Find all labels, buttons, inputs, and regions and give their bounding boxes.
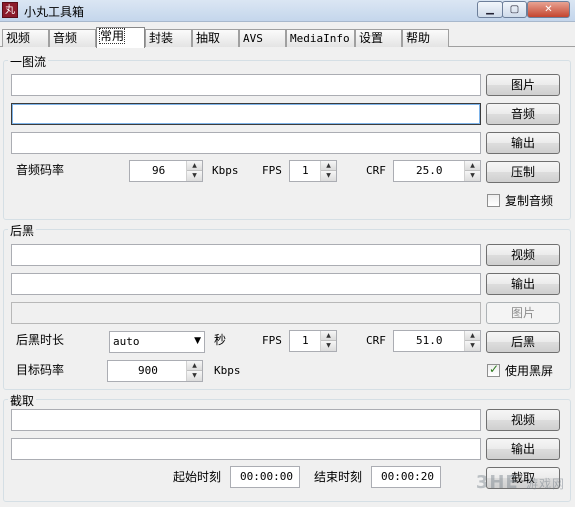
start-time-input[interactable]: 00:00:00: [230, 466, 300, 488]
tab-avs[interactable]: AVS: [239, 29, 286, 47]
tab-settings[interactable]: 设置: [355, 29, 402, 47]
one-pic-output-path[interactable]: [11, 132, 481, 154]
crf-label: CRF: [366, 334, 386, 347]
start-time-label: 起始时刻: [173, 470, 222, 484]
duration-value: auto: [113, 335, 140, 348]
kbps-label: Kbps: [212, 164, 239, 177]
black-tail-run-button[interactable]: 后黑: [486, 331, 560, 353]
audio-bitrate-spinner[interactable]: 96 ▲ ▼: [129, 160, 203, 182]
cut-video-path[interactable]: [11, 409, 481, 431]
one-pic-image-button[interactable]: 图片: [486, 74, 560, 96]
one-pic-group-title: 一图流: [8, 53, 49, 70]
target-bitrate-label: 目标码率: [16, 363, 65, 377]
cut-output-path[interactable]: [11, 438, 481, 460]
black-tail-crf-value: 51.0: [416, 334, 443, 347]
spinner-arrows[interactable]: ▲ ▼: [186, 161, 202, 181]
spinner-arrows[interactable]: ▲ ▼: [464, 331, 480, 351]
use-black-label: 使用黑屏: [505, 364, 554, 378]
tab-mediainfo[interactable]: MediaInfo: [286, 29, 355, 47]
one-pic-image-path[interactable]: [11, 74, 481, 96]
spin-down-icon[interactable]: ▼: [321, 171, 336, 181]
spin-down-icon[interactable]: ▼: [465, 341, 480, 351]
target-bitrate-spinner[interactable]: 900 ▲ ▼: [107, 360, 203, 382]
one-pic-crf-spinner[interactable]: 25.0 ▲ ▼: [393, 160, 481, 182]
tab-video[interactable]: 视频: [2, 29, 49, 47]
app-icon: 丸: [2, 2, 18, 18]
end-time-value: 00:00:20: [381, 470, 434, 483]
spin-up-icon[interactable]: ▲: [321, 161, 336, 171]
end-time-input[interactable]: 00:00:20: [371, 466, 441, 488]
one-pic-audio-path[interactable]: [11, 103, 481, 125]
black-tail-output-button[interactable]: 输出: [486, 273, 560, 295]
spin-down-icon[interactable]: ▼: [465, 171, 480, 181]
cut-output-button[interactable]: 输出: [486, 438, 560, 460]
start-time-value: 00:00:00: [240, 470, 293, 483]
use-black-checkbox[interactable]: ✓: [487, 362, 500, 377]
copy-audio-checkbox[interactable]: [487, 194, 500, 207]
fps-label: FPS: [262, 164, 282, 177]
spin-down-icon[interactable]: ▼: [187, 371, 202, 381]
cut-group-title: 截取: [8, 392, 37, 409]
spin-up-icon[interactable]: ▲: [465, 161, 480, 171]
one-pic-audio-button[interactable]: 音频: [486, 103, 560, 125]
check-icon: ✓: [489, 362, 500, 376]
spinner-arrows[interactable]: ▲ ▼: [464, 161, 480, 181]
copy-audio-label: 复制音频: [505, 194, 554, 208]
black-tail-fps-spinner[interactable]: 1 ▲ ▼: [289, 330, 337, 352]
crf-label: CRF: [366, 164, 386, 177]
seconds-label: 秒: [214, 333, 227, 347]
watermark-logo: 3HE 游戏网: [475, 472, 565, 493]
spin-down-icon[interactable]: ▼: [321, 341, 336, 351]
cut-video-button[interactable]: 视频: [486, 409, 560, 431]
spinner-arrows[interactable]: ▲ ▼: [186, 361, 202, 381]
black-tail-image-path: [11, 302, 481, 324]
chevron-down-icon[interactable]: ▼: [194, 336, 201, 346]
black-tail-group-title: 后黑: [8, 222, 37, 239]
spinner-arrows[interactable]: ▲ ▼: [320, 331, 336, 351]
spinner-arrows[interactable]: ▲ ▼: [320, 161, 336, 181]
one-pic-fps-spinner[interactable]: 1 ▲ ▼: [289, 160, 337, 182]
target-bitrate-value: 900: [138, 364, 158, 377]
audio-bitrate-label: 音频码率: [16, 163, 65, 177]
black-tail-fps-value: 1: [302, 334, 309, 347]
end-time-label: 结束时刻: [314, 470, 363, 484]
duration-label: 后黑时长: [16, 333, 65, 347]
tab-extract[interactable]: 抽取: [192, 29, 239, 47]
tab-common[interactable]: 常用: [96, 27, 145, 48]
one-pic-crf-value: 25.0: [416, 164, 443, 177]
black-tail-output-path[interactable]: [11, 273, 481, 295]
kbps-label: Kbps: [214, 364, 241, 377]
maximize-button[interactable]: ▢: [502, 1, 527, 18]
spin-up-icon[interactable]: ▲: [321, 331, 336, 341]
compress-button[interactable]: 压制: [486, 161, 560, 183]
spin-down-icon[interactable]: ▼: [187, 171, 202, 181]
duration-combobox[interactable]: auto ▼: [109, 331, 205, 353]
window-title: 小丸工具箱: [24, 5, 85, 19]
tab-help[interactable]: 帮助: [402, 29, 449, 47]
one-pic-fps-value: 1: [302, 164, 309, 177]
tab-audio[interactable]: 音频: [49, 29, 96, 47]
black-tail-crf-spinner[interactable]: 51.0 ▲ ▼: [393, 330, 481, 352]
tab-mux[interactable]: 封装: [145, 29, 192, 47]
fps-label: FPS: [262, 334, 282, 347]
black-tail-video-path[interactable]: [11, 244, 481, 266]
minimize-button[interactable]: ▁: [477, 1, 503, 18]
black-tail-image-button: 图片: [486, 302, 560, 324]
spin-up-icon[interactable]: ▲: [187, 361, 202, 371]
spin-up-icon[interactable]: ▲: [465, 331, 480, 341]
one-pic-output-button[interactable]: 输出: [486, 132, 560, 154]
close-button[interactable]: ✕: [527, 1, 570, 18]
audio-bitrate-value: 96: [152, 164, 166, 177]
spin-up-icon[interactable]: ▲: [187, 161, 202, 171]
black-tail-video-button[interactable]: 视频: [486, 244, 560, 266]
